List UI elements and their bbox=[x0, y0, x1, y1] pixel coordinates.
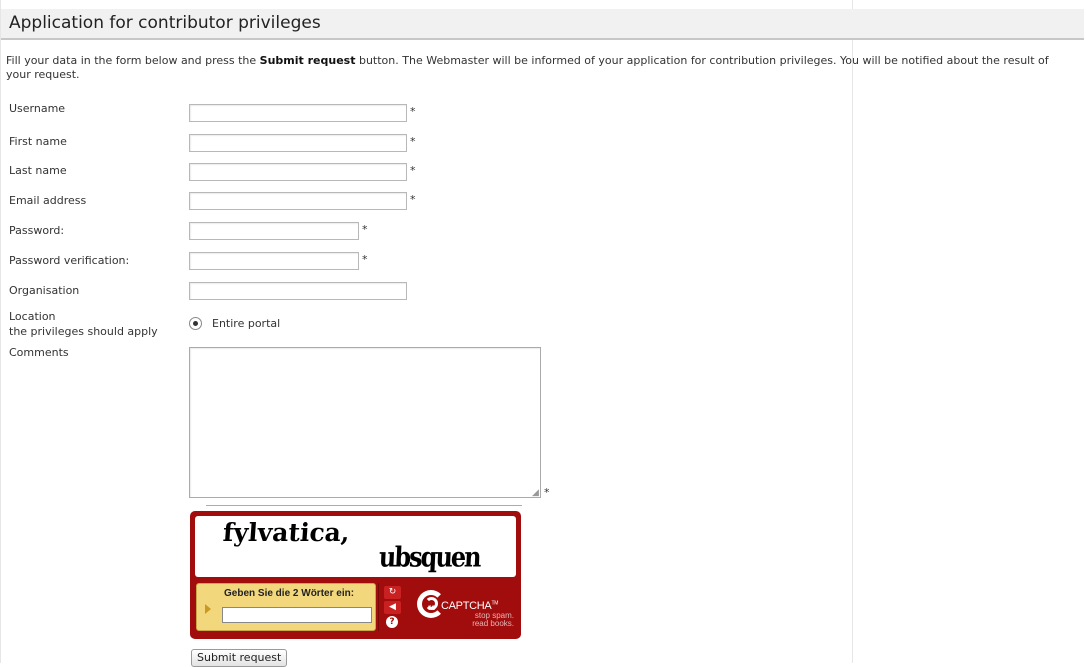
captcha-word-1: fylvatica, bbox=[221, 518, 351, 547]
password-verification-label: Password verification: bbox=[9, 254, 130, 267]
first-name-required-mark: * bbox=[410, 135, 416, 148]
last-name-input[interactable] bbox=[189, 163, 407, 181]
location-radio-entire-portal[interactable] bbox=[189, 317, 202, 330]
help-icon[interactable]: ? bbox=[386, 616, 398, 628]
password-verification-required-mark: * bbox=[362, 253, 368, 266]
last-name-required-mark: * bbox=[410, 164, 416, 177]
location-sublabel: the privileges should apply bbox=[9, 325, 158, 338]
recaptcha-widget: fylvatica, ubsquen Geben Sie die 2 Wörte… bbox=[190, 511, 521, 639]
comments-required-mark: * bbox=[544, 486, 550, 499]
password-required-mark: * bbox=[362, 223, 368, 236]
password-label: Password: bbox=[9, 224, 65, 237]
audio-icon[interactable]: ◀ bbox=[384, 601, 401, 614]
left-border bbox=[0, 0, 1, 663]
column-divider bbox=[852, 0, 853, 663]
password-verification-input[interactable] bbox=[189, 252, 359, 270]
captcha-image: fylvatica, ubsquen bbox=[195, 516, 516, 577]
refresh-icon[interactable]: ↻ bbox=[384, 586, 401, 599]
intro-text-start: Fill your data in the form below and pre… bbox=[6, 54, 260, 67]
username-input[interactable] bbox=[189, 104, 407, 122]
username-required-mark: * bbox=[410, 105, 416, 118]
last-name-label: Last name bbox=[9, 164, 67, 177]
page-title: Application for contributor privileges bbox=[9, 13, 321, 33]
captcha-separator bbox=[378, 583, 379, 631]
recaptcha-trademark: TM bbox=[491, 600, 499, 607]
captcha-prompt: Geben Sie die 2 Wörter ein: bbox=[224, 588, 355, 599]
email-input[interactable] bbox=[189, 192, 407, 210]
arrow-right-icon bbox=[205, 604, 211, 614]
page-header: Application for contributor privileges bbox=[1, 9, 1084, 40]
intro-text: Fill your data in the form below and pre… bbox=[6, 54, 1066, 82]
email-required-mark: * bbox=[410, 193, 416, 206]
comments-textarea[interactable] bbox=[189, 347, 541, 498]
username-label: Username bbox=[9, 102, 66, 115]
email-label: Email address bbox=[9, 194, 87, 207]
password-input[interactable] bbox=[189, 222, 359, 240]
first-name-label: First name bbox=[9, 135, 67, 148]
location-option-label[interactable]: Entire portal bbox=[212, 317, 280, 330]
recaptcha-brand-prefix: re bbox=[428, 603, 436, 612]
organisation-label: Organisation bbox=[9, 284, 80, 297]
location-label: Location bbox=[9, 310, 56, 323]
first-name-input[interactable] bbox=[189, 134, 407, 152]
captcha-word-2: ubsquen bbox=[378, 539, 481, 574]
captcha-top-rule bbox=[206, 505, 522, 506]
organisation-input[interactable] bbox=[189, 282, 407, 300]
comments-label: Comments bbox=[9, 346, 69, 359]
captcha-prompt-box: Geben Sie die 2 Wörter ein: bbox=[196, 583, 376, 631]
recaptcha-tagline-2: read books. bbox=[472, 619, 514, 628]
submit-request-button[interactable]: Submit request bbox=[191, 649, 288, 667]
radio-selected-dot bbox=[193, 321, 198, 326]
recaptcha-tagline: stop spam. read books. bbox=[458, 612, 514, 628]
resize-grip-icon[interactable]: ◢ bbox=[532, 488, 539, 498]
captcha-response-input[interactable] bbox=[222, 607, 372, 623]
intro-text-bold: Submit request bbox=[259, 54, 356, 67]
